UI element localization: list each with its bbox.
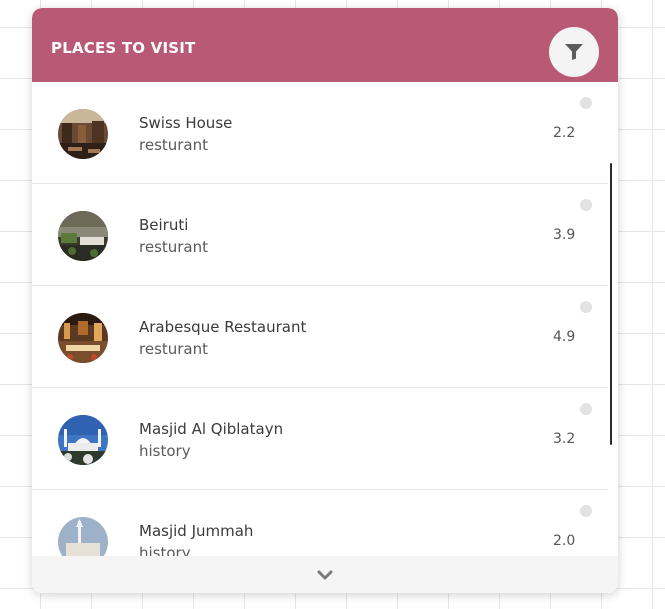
place-row[interactable]: Arabesque Restaurant resturant 4.9 [32, 286, 608, 388]
place-category: resturant [139, 136, 209, 154]
place-name: Beiruti [139, 216, 189, 234]
place-thumbnail [58, 415, 108, 465]
expand-list-button[interactable] [32, 556, 618, 593]
places-panel: PLACES TO VISIT Swiss House resturant 2.… [32, 8, 618, 593]
place-name: Masjid Al Qiblatayn [139, 420, 284, 438]
status-dot [580, 505, 592, 517]
place-rating: 3.2 [553, 431, 576, 447]
filter-button[interactable] [549, 27, 599, 77]
status-dot [580, 301, 592, 313]
panel-title: PLACES TO VISIT [51, 39, 196, 57]
place-rating: 2.0 [553, 533, 576, 549]
place-name: Swiss House [139, 114, 233, 132]
place-category: resturant [139, 238, 209, 256]
place-rating: 4.9 [553, 329, 576, 345]
place-rating: 3.9 [553, 227, 576, 243]
place-category: history [139, 544, 191, 556]
panel-header: PLACES TO VISIT [32, 8, 618, 82]
place-row[interactable]: Masjid Jummah history 2.0 [32, 490, 608, 556]
status-dot [580, 403, 592, 415]
place-thumbnail [58, 109, 108, 159]
place-name: Arabesque Restaurant [139, 318, 307, 336]
status-dot [580, 97, 592, 109]
filter-icon [565, 44, 583, 60]
status-dot [580, 199, 592, 211]
place-category: resturant [139, 340, 209, 358]
place-thumbnail [58, 517, 108, 556]
place-row[interactable]: Swiss House resturant 2.2 [32, 82, 608, 184]
chevron-down-icon [317, 570, 333, 579]
places-list[interactable]: Swiss House resturant 2.2 Beiruti restur… [32, 82, 618, 556]
place-rating: 2.2 [553, 125, 576, 141]
place-category: history [139, 442, 191, 460]
place-row[interactable]: Masjid Al Qiblatayn history 3.2 [32, 388, 608, 490]
place-thumbnail [58, 313, 108, 363]
place-row[interactable]: Beiruti resturant 3.9 [32, 184, 608, 286]
place-thumbnail [58, 211, 108, 261]
place-name: Masjid Jummah [139, 522, 254, 540]
list-scrollbar[interactable] [610, 163, 612, 445]
